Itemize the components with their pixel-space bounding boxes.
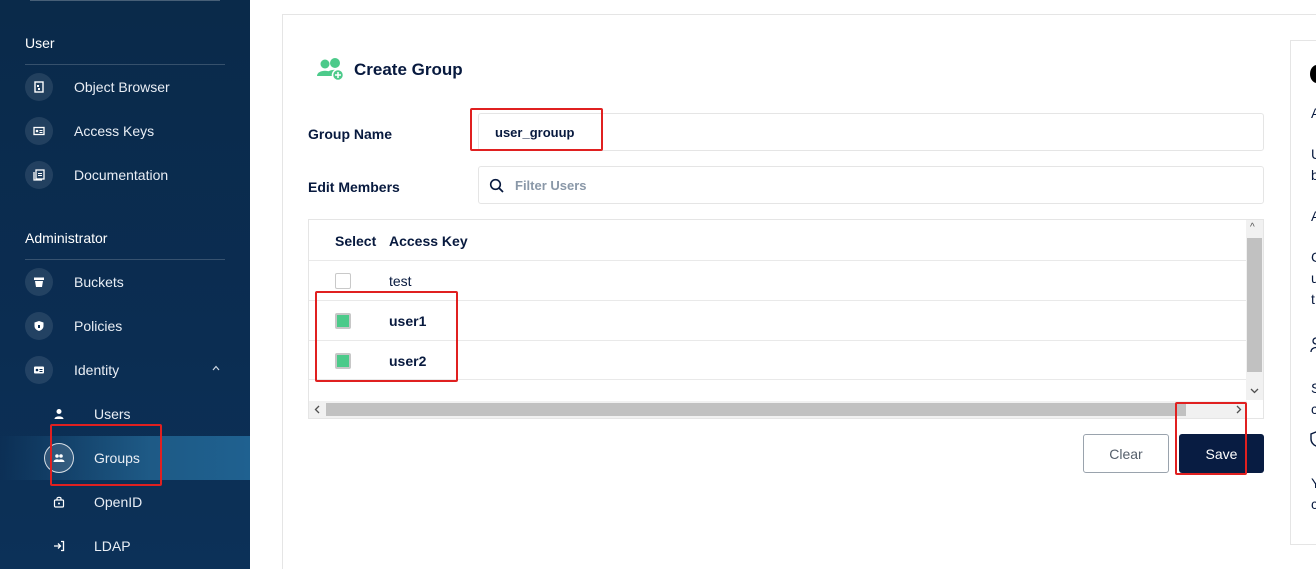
help-text-fragment: U [1311,146,1316,162]
filter-users-placeholder: Filter Users [515,178,587,193]
access-keys-icon [25,117,53,145]
sidebar-item-label: Buckets [74,274,124,290]
help-text-fragment: A [1311,105,1316,121]
sidebar-item-label: OpenID [94,494,143,510]
help-text-fragment: c [1311,401,1316,417]
sidebar-divider [25,64,225,65]
horizontal-scrollbar[interactable] [309,401,1247,418]
sidebar-item-openid[interactable]: OpenID [0,484,250,520]
help-text-fragment: c [1311,496,1316,512]
vertical-scrollbar[interactable]: ^ [1246,220,1263,400]
section-user-heading: User [25,35,55,51]
group-name-label: Group Name [308,126,393,142]
help-text-fragment: b [1311,167,1316,183]
sidebar-divider [25,259,225,260]
scroll-left-icon[interactable] [313,405,322,414]
sidebar-item-label: LDAP [94,538,131,554]
sidebar-item-ldap[interactable]: LDAP [0,528,250,564]
object-browser-icon [25,73,53,101]
access-key-cell: test [389,273,412,289]
section-administrator-heading: Administrator [25,230,108,246]
openid-icon [45,488,73,516]
sidebar-divider [30,0,220,1]
identity-icon [25,356,53,384]
clear-button[interactable]: Clear [1083,434,1169,473]
buckets-icon [25,268,53,296]
column-header-access-key: Access Key [389,233,468,249]
column-header-select: Select [335,233,377,249]
sidebar-item-access-keys[interactable]: Access Keys [0,113,250,149]
sidebar-item-identity[interactable]: Identity [0,352,250,388]
filter-users-input[interactable]: Filter Users [478,166,1264,204]
help-text-fragment: Y [1311,475,1316,491]
create-group-icon [317,58,345,82]
user-group-icon [1310,337,1316,353]
help-text-fragment: S [1311,380,1316,396]
vertical-scroll-thumb[interactable] [1247,238,1262,372]
policies-icon [25,312,53,340]
annotation-box [470,108,603,151]
annotation-box [1175,402,1247,475]
annotation-box [315,291,458,382]
sidebar-item-label: Documentation [74,167,169,183]
help-text-fragment: C [1311,249,1316,265]
help-text-fragment: u [1311,270,1316,286]
documentation-icon [25,161,53,189]
chevron-up-icon[interactable] [212,364,220,372]
horizontal-scroll-thumb[interactable] [326,403,1186,416]
sidebar-item-object-browser[interactable]: Object Browser [0,69,250,105]
sidebar-item-label: Access Keys [74,123,155,139]
scroll-down-icon[interactable] [1250,386,1259,395]
scroll-up-icon[interactable]: ^ [1250,222,1255,233]
help-panel: A U b A C u t S c Y c [1290,40,1316,545]
sidebar-item-label: Object Browser [74,79,170,95]
sidebar-item-documentation[interactable]: Documentation [0,157,250,193]
ldap-icon [45,532,73,560]
shield-icon [1310,431,1316,447]
sidebar-item-label: Users [94,406,131,422]
sidebar-item-policies[interactable]: Policies [0,308,250,344]
search-icon [489,178,504,193]
help-text-fragment: t [1311,291,1315,307]
annotation-box [50,424,162,486]
sidebar-item-label: Identity [74,362,120,378]
row-checkbox[interactable] [335,273,351,289]
edit-members-label: Edit Members [308,179,400,195]
sidebar-item-label: Policies [74,318,123,334]
page-title: Create Group [354,60,463,79]
help-text-fragment: A [1311,208,1316,224]
help-panel-icon [1310,65,1316,83]
sidebar-item-buckets[interactable]: Buckets [0,264,250,300]
